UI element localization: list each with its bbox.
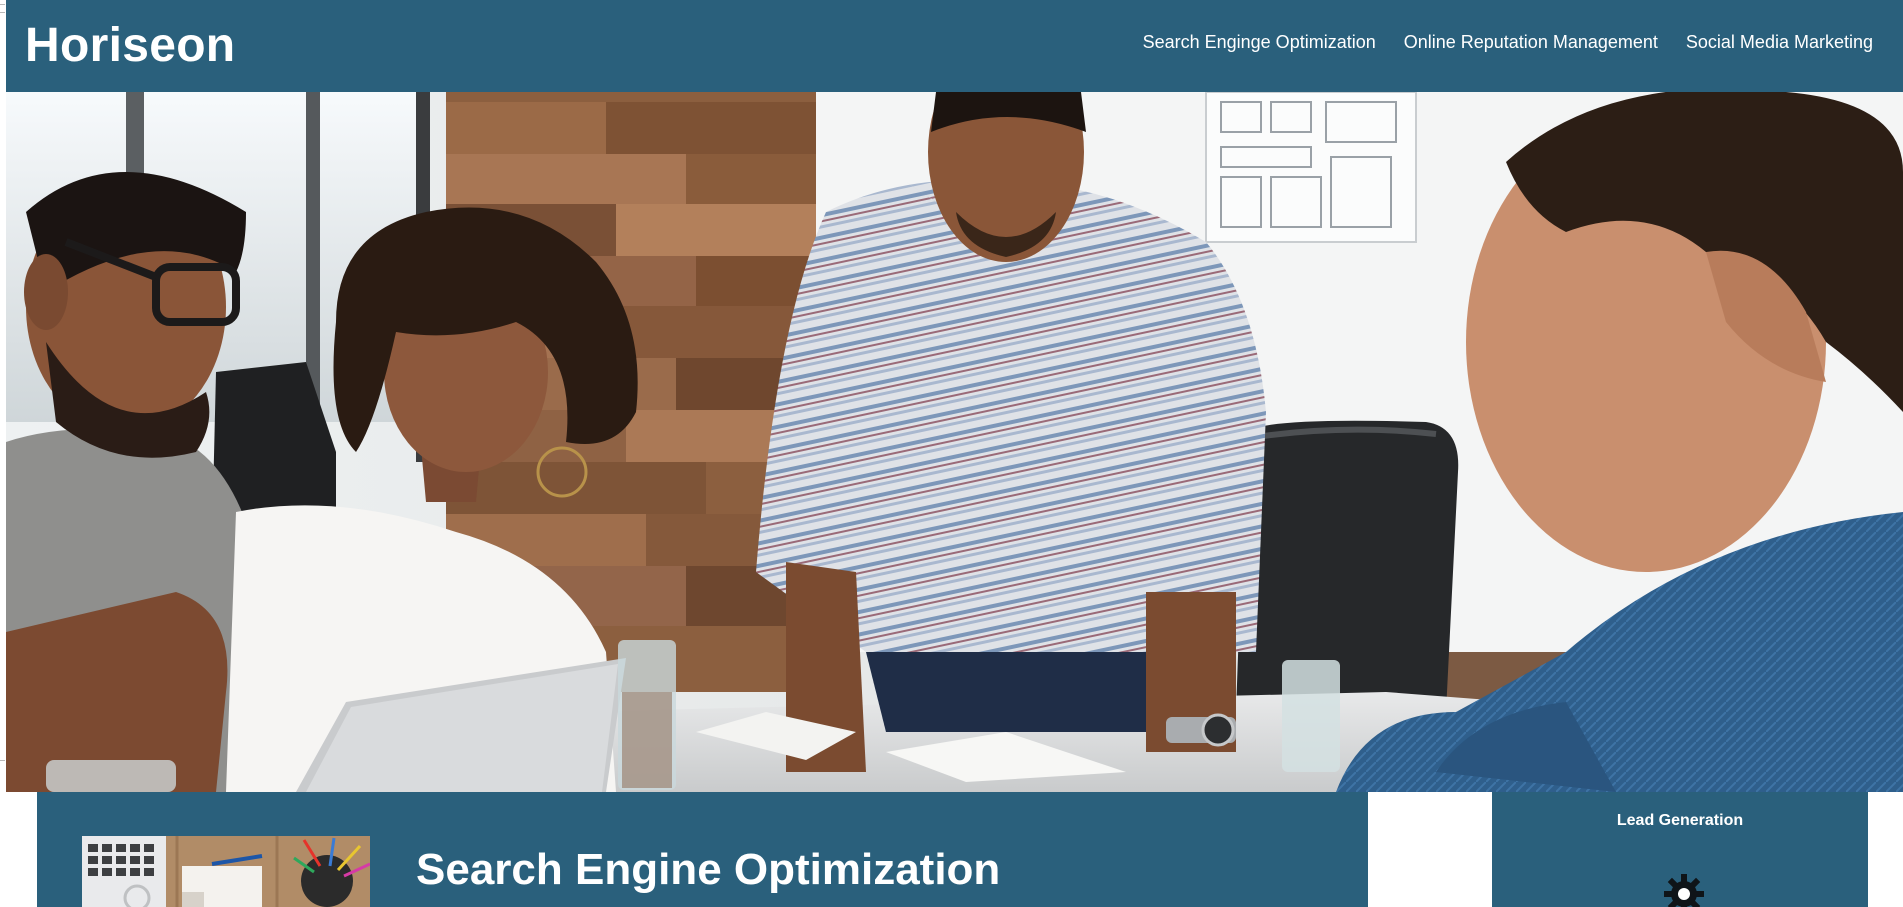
nav-link-social-media-marketing[interactable]: Social Media Marketing	[1686, 32, 1873, 53]
main-nav: Search Enginge Optimization Online Reput…	[1143, 0, 1873, 84]
nav-link-search-engine-optimization[interactable]: Search Enginge Optimization	[1143, 32, 1376, 53]
hero-image	[6, 92, 1903, 792]
section-title: Search Engine Optimization	[416, 845, 1001, 894]
card-title: Lead Generation	[1616, 812, 1744, 829]
lead-generation-card: Lead Generation	[1492, 792, 1868, 907]
site-header: Horiseon Search Enginge Optimization Onl…	[6, 0, 1903, 92]
gear-icon	[1664, 874, 1704, 907]
seo-thumbnail	[82, 836, 370, 907]
nav-link-online-reputation-management[interactable]: Online Reputation Management	[1404, 32, 1658, 53]
seo-section: Search Engine Optimization	[37, 792, 1368, 907]
site-logo[interactable]: Horiseon	[25, 14, 235, 78]
